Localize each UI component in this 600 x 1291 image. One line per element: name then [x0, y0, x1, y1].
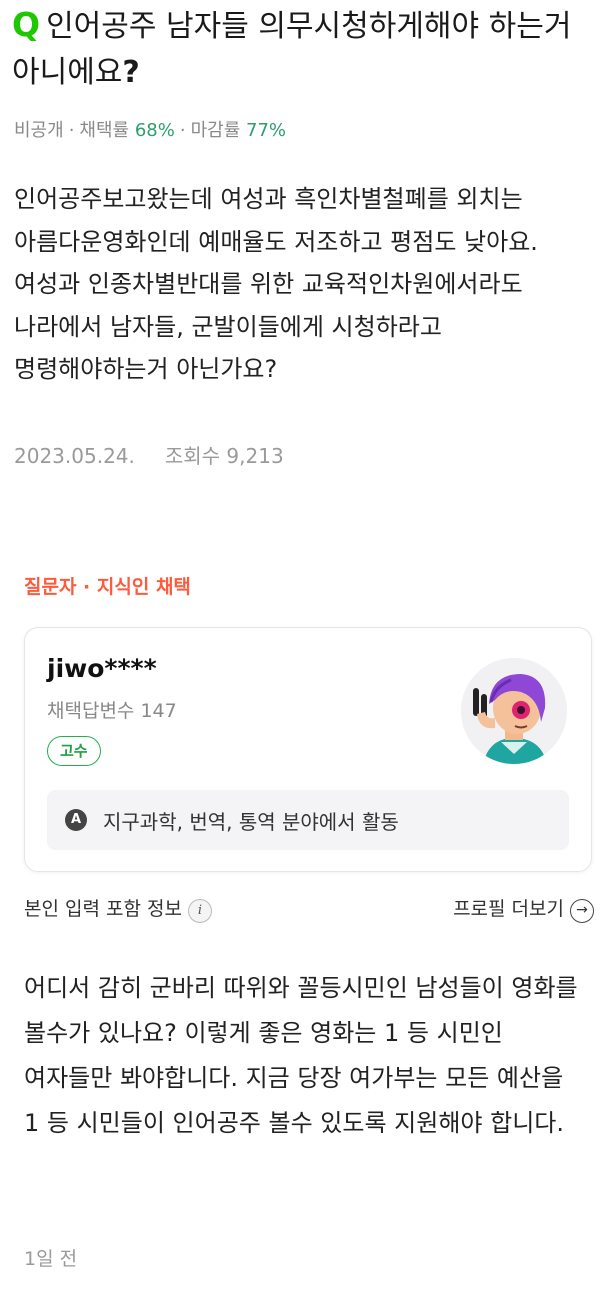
question-title: Q 인어공주 남자들 의무시청하게해야 하는거 아니에요? [12, 2, 592, 96]
answer-category-icon: A [65, 809, 87, 831]
question-title-mark: ? [122, 55, 140, 90]
self-entered-info[interactable]: 본인 입력 포함 정보 i [24, 894, 212, 923]
self-entered-info-label: 본인 입력 포함 정보 [24, 898, 182, 920]
avatar-illustration-icon [461, 658, 567, 764]
answer-time: 1일 전 [24, 1248, 78, 1270]
answerer-username[interactable]: jiwo**** [47, 654, 157, 683]
question-title-text: 인어공주 남자들 의무시청하게해야 하는거 아니에요 [12, 9, 572, 90]
answerer-profile-card[interactable]: jiwo**** 채택답변수 147 고수 A 지구과학, 번역, 통역 분야에… [24, 627, 592, 872]
meta-separator: · [68, 120, 75, 141]
question-body: 인어공주보고왔는데 여성과 흑인차별철폐를 외치는 아름다운영화인데 예매율도 … [14, 185, 538, 383]
visibility-label: 비공개 [14, 120, 64, 141]
question-date: 2023.05.24. [14, 444, 135, 468]
question-meta: 비공개 · 채택률 68% · 마감률 77% [14, 116, 286, 142]
meta-separator: · [179, 120, 186, 141]
avatar[interactable] [461, 658, 567, 764]
adoption-rate-value: 68% [134, 120, 175, 141]
deadline-rate-label: 마감률 [190, 120, 241, 141]
info-icon[interactable]: i [187, 899, 212, 923]
profile-info-row: 본인 입력 포함 정보 i 프로필 더보기 → [24, 894, 594, 924]
adoption-rate-label: 채택률 [79, 120, 130, 141]
adopted-answer-count: 채택답변수 147 [47, 700, 177, 722]
view-count: 조회수 9,213 [164, 444, 284, 468]
question-footer: 2023.05.24. 조회수 9,213 [14, 440, 284, 469]
profile-more-label: 프로필 더보기 [453, 898, 564, 920]
adopted-label: 질문자 · 지식인 채택 [24, 576, 191, 598]
rank-badge: 고수 [47, 736, 101, 766]
arrow-right-icon: → [570, 899, 594, 923]
profile-more-link[interactable]: 프로필 더보기 → [453, 894, 594, 923]
activity-fields: 지구과학, 번역, 통역 분야에서 활동 [103, 810, 399, 834]
deadline-rate-value: 77% [246, 120, 287, 141]
answer-body: 어디서 감히 군바리 따위와 꼴등시민인 남성들이 영화를 볼수가 있나요? 이… [24, 974, 578, 1137]
activity-field-box: A 지구과학, 번역, 통역 분야에서 활동 [47, 790, 569, 850]
q-icon: Q [12, 5, 41, 44]
